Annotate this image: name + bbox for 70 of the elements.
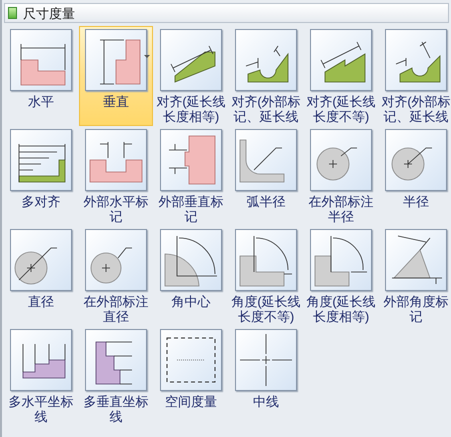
shape-label: 角中心 <box>170 294 212 309</box>
shape-icon <box>310 29 372 91</box>
shape-item[interactable]: 半径 <box>379 126 451 226</box>
shape-label: 对齐(延长线长度不等) <box>306 94 376 124</box>
shape-label: 对齐(外部标记、延长线 <box>231 94 301 124</box>
shape-item[interactable]: 对齐(延长线长度相等) <box>154 26 228 126</box>
shape-label: 中线 <box>252 394 280 409</box>
shape-icon <box>85 329 147 391</box>
shape-item[interactable]: 在外部标注直径 <box>79 226 153 326</box>
shape-label: 多水平坐标线 <box>8 394 74 424</box>
shape-icon <box>160 329 222 391</box>
shape-icon <box>10 229 72 291</box>
shape-label: 半径 <box>402 194 430 209</box>
shape-icon <box>235 129 297 191</box>
shape-item[interactable]: 在外部标注半径 <box>304 126 378 226</box>
shape-item[interactable]: 角度(延长线长度不等) <box>229 226 303 326</box>
shape-item[interactable]: 多垂直坐标线 <box>79 326 153 426</box>
shape-icon <box>10 129 72 191</box>
shape-item[interactable]: 中线 <box>229 326 303 426</box>
shape-label: 外部角度标记 <box>382 294 450 324</box>
shape-icon <box>160 129 222 191</box>
shape-icon <box>235 229 297 291</box>
shape-label: 弧半径 <box>246 194 286 209</box>
shape-icon <box>10 29 72 91</box>
shape-icon <box>235 29 297 91</box>
panel-title: 尺寸度量 <box>23 6 75 20</box>
shape-label: 空间度量 <box>164 394 218 409</box>
shape-label: 角度(延长线长度相等) <box>306 294 376 324</box>
shape-icon <box>310 229 372 291</box>
shape-icon <box>10 329 72 391</box>
panel-icon <box>8 7 17 19</box>
shape-label: 角度(延长线长度不等) <box>231 294 301 324</box>
shape-label: 对齐(延长线长度相等) <box>156 94 226 124</box>
shape-label: 外部垂直标记 <box>158 194 224 224</box>
shape-item[interactable]: 外部垂直标记 <box>154 126 228 226</box>
shape-icon <box>160 229 222 291</box>
shape-item[interactable]: 对齐(外部标记、延长线 <box>229 26 303 126</box>
shape-item[interactable]: 外部角度标记 <box>379 226 451 326</box>
shape-icon <box>310 129 372 191</box>
shape-item[interactable]: 多水平坐标线 <box>4 326 78 426</box>
shape-icon <box>85 29 147 91</box>
shape-icon <box>85 129 147 191</box>
shape-icon <box>385 29 447 91</box>
shape-item[interactable]: 对齐(延长线长度不等) <box>304 26 378 126</box>
shape-label: 外部水平标记 <box>82 194 150 224</box>
shape-item[interactable]: 多对齐 <box>4 126 78 226</box>
dropdown-caret-icon[interactable] <box>144 55 150 58</box>
shape-item[interactable]: 垂直 <box>79 26 153 126</box>
shape-item[interactable]: 空间度量 <box>154 326 228 426</box>
shape-icon <box>85 229 147 291</box>
panel-header[interactable]: 尺寸度量 <box>4 3 449 23</box>
shape-icon <box>160 29 222 91</box>
shape-item[interactable]: 对齐(外部标记、延长线 <box>379 26 451 126</box>
shape-label: 垂直 <box>102 94 130 109</box>
shape-label: 多对齐 <box>20 194 62 209</box>
shape-item[interactable]: 直径 <box>4 226 78 326</box>
shape-label: 对齐(外部标记、延长线 <box>381 94 451 124</box>
shape-item[interactable]: 水平 <box>4 26 78 126</box>
shape-icon <box>385 129 447 191</box>
shape-label: 多垂直坐标线 <box>82 394 150 424</box>
shape-item[interactable]: 弧半径 <box>229 126 303 226</box>
shape-label: 水平 <box>27 94 55 109</box>
shape-item[interactable]: 角中心 <box>154 226 228 326</box>
shape-icon <box>385 229 447 291</box>
shape-label: 在外部标注直径 <box>82 294 150 324</box>
shape-icon <box>235 329 297 391</box>
shape-label: 在外部标注半径 <box>308 194 374 224</box>
shape-item[interactable]: 外部水平标记 <box>79 126 153 226</box>
shape-item[interactable]: 角度(延长线长度相等) <box>304 226 378 326</box>
shape-label: 直径 <box>27 294 55 309</box>
